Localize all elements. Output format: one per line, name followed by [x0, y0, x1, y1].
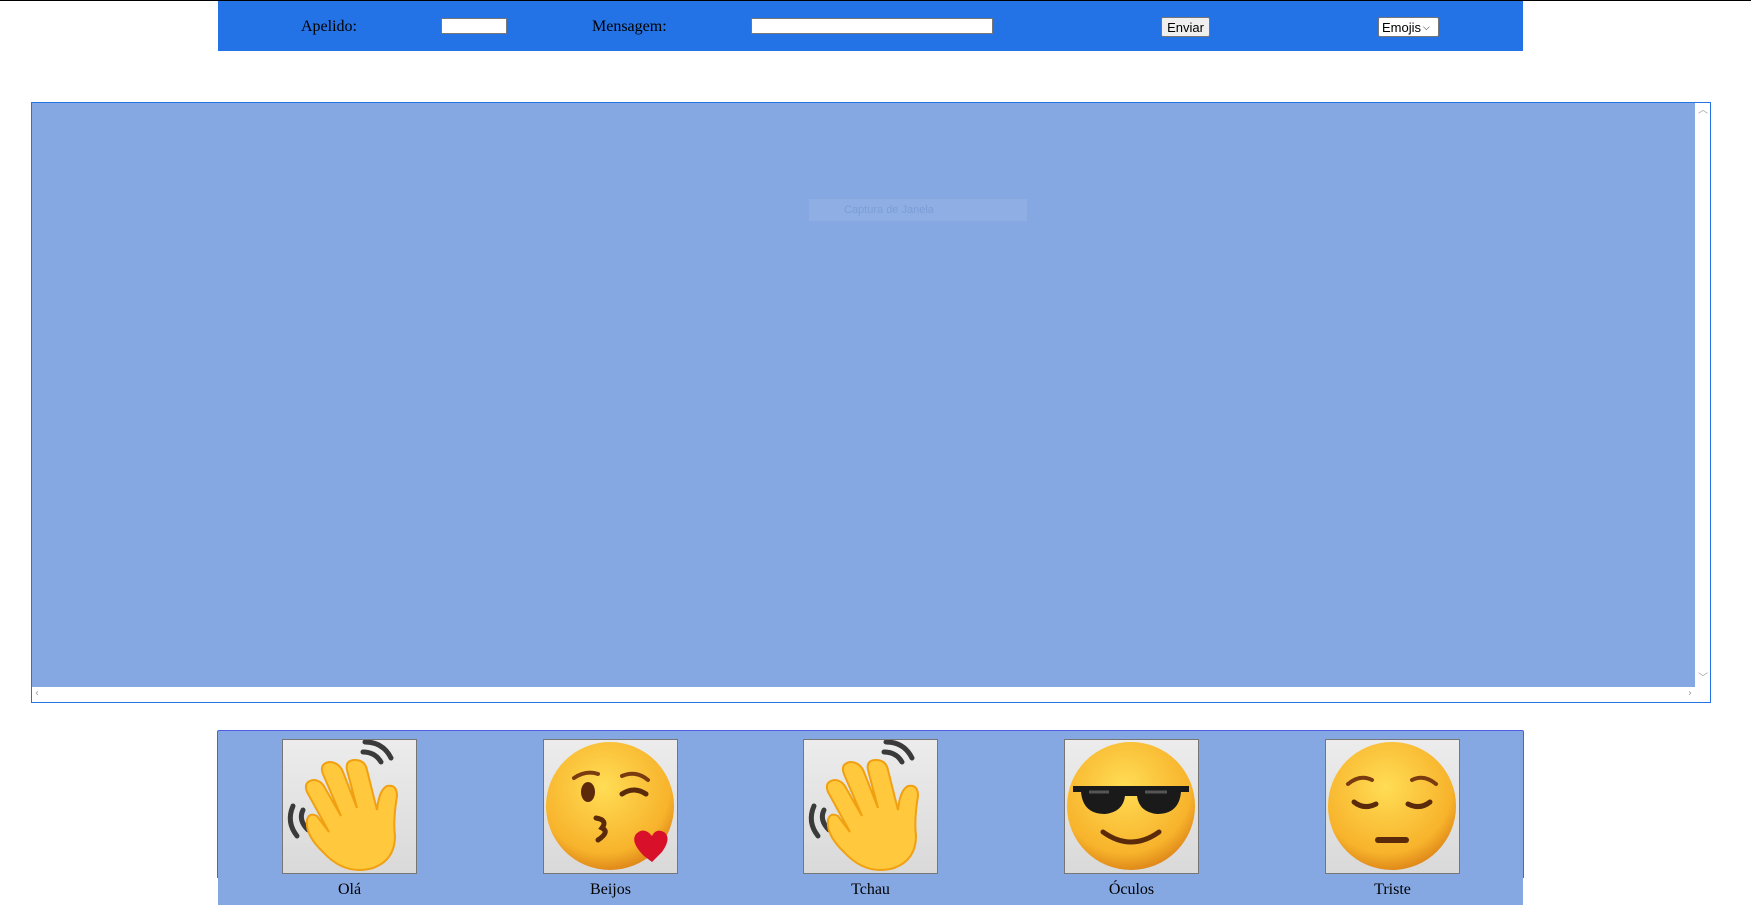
sunglasses-face-icon: [1067, 742, 1195, 870]
scroll-right-icon[interactable]: ›: [1688, 689, 1692, 699]
send-button[interactable]: Enviar: [1161, 17, 1210, 37]
horizontal-scrollbar[interactable]: ‹ ›: [32, 687, 1695, 702]
emoji-select[interactable]: Emojis ⌵: [1378, 17, 1439, 37]
emoji-label-beijos: Beijos: [590, 881, 631, 898]
emoji-select-value: Emojis: [1382, 19, 1422, 35]
scrollbar-corner: [1695, 687, 1710, 702]
emoji-button-ola[interactable]: [282, 739, 417, 874]
emoji-label-oculos: Óculos: [1108, 881, 1155, 898]
waving-hand-icon: [287, 740, 399, 871]
pensive-face-icon: [1328, 742, 1456, 870]
nickname-label: Apelido:: [301, 18, 357, 35]
chat-frame[interactable]: Captura de Janela ︿ ﹀ ‹ ›: [31, 102, 1711, 703]
emoji-button-beijos[interactable]: [543, 739, 678, 874]
emoji-button-oculos[interactable]: [1064, 739, 1199, 874]
chevron-down-icon: ⌵: [1423, 21, 1430, 32]
emoji-button-triste[interactable]: [1325, 739, 1460, 874]
emoji-label-tchau: Tchau: [851, 881, 890, 898]
face-blowing-kiss-icon: [546, 742, 674, 870]
scroll-down-icon[interactable]: ﹀: [1698, 674, 1708, 684]
vertical-scrollbar[interactable]: ︿ ﹀: [1695, 103, 1710, 687]
emoji-label-triste: Triste: [1374, 881, 1411, 898]
top-toolbar: Apelido: Mensagem:: [218, 1, 1523, 51]
message-input[interactable]: [751, 18, 993, 34]
waving-hand-icon: [808, 740, 920, 871]
message-label: Mensagem:: [592, 18, 667, 35]
scroll-up-icon[interactable]: ︿: [1698, 106, 1708, 116]
scroll-left-icon[interactable]: ‹: [35, 689, 39, 699]
chat-messages-area: Captura de Janela: [32, 103, 1695, 687]
emoji-button-tchau[interactable]: [803, 739, 938, 874]
window-capture-overlay: Captura de Janela: [809, 199, 1027, 221]
emoji-label-ola: Olá: [337, 881, 362, 898]
nickname-input[interactable]: [441, 18, 507, 34]
